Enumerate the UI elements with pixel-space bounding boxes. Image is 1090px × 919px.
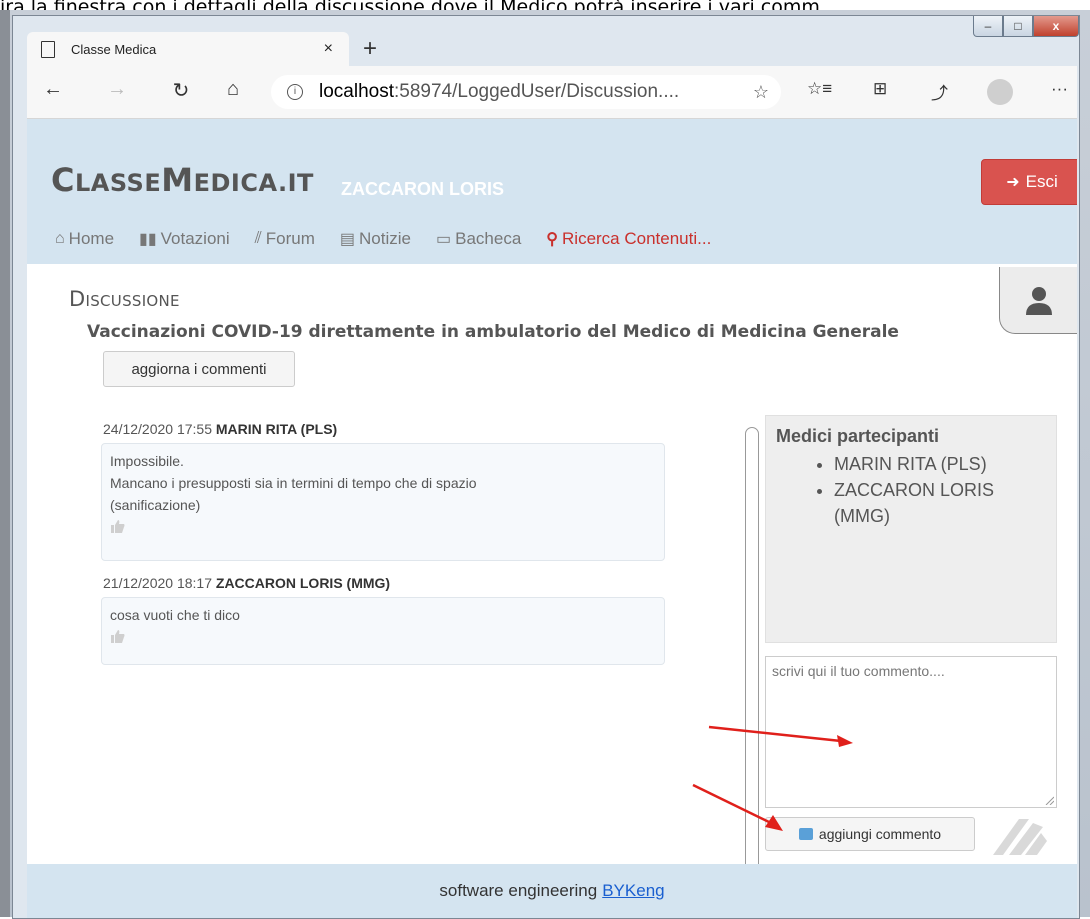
resize-grip-icon[interactable] <box>1044 795 1054 805</box>
tab-strip: Classe Medica × + <box>13 16 1079 66</box>
more-menu-icon[interactable]: ··· <box>1051 79 1068 99</box>
collections-icon[interactable]: ⊞ <box>873 79 887 99</box>
comment-meta: 21/12/2020 18:17 ZACCARON LORIS (MMG) <box>103 575 391 591</box>
comment-meta: 24/12/2020 17:55 MARIN RITA (PLS) <box>103 421 338 437</box>
tab-title: Classe Medica <box>71 41 157 57</box>
profile-avatar-icon[interactable] <box>987 79 1013 105</box>
participants-panel: Medici partecipanti MARIN RITA (PLS) ZAC… <box>765 415 1057 643</box>
address-bar[interactable]: i localhost:58974/LoggedUser/Discussion.… <box>271 75 781 109</box>
footer-text: software engineering <box>439 881 598 900</box>
browser-window: – □ x Classe Medica × + ← → ↻ ⌂ i localh… <box>12 15 1080 919</box>
nav-notizie[interactable]: ▤ Notizie <box>340 229 411 249</box>
info-icon[interactable]: i <box>287 84 303 100</box>
main-nav: ⌂ Home ▮▮ Votazioni ⫽ Forum ▤ Notizie ▭ Bache… <box>55 229 736 249</box>
favorite-star-icon[interactable]: ☆ <box>753 82 769 103</box>
like-icon[interactable] <box>110 519 126 533</box>
logout-icon: ➜ <box>1006 174 1020 191</box>
share-icon[interactable]: ⤴ <box>931 79 948 104</box>
page-title: Discussione <box>69 287 180 311</box>
refresh-icon[interactable]: ↻ <box>167 78 195 103</box>
logout-button[interactable]: ➜ Esci <box>981 159 1077 205</box>
web-page: CLASSEMEDICA.IT ZACCARON LORIS ➜ Esci ⌂ H… <box>27 119 1077 918</box>
browser-tab[interactable]: Classe Medica × <box>27 32 349 66</box>
comment-line: Mancano i presupposti sia in termini di … <box>110 475 477 491</box>
site-footer: software engineering BYKeng <box>27 864 1077 918</box>
favorites-icon[interactable]: ☆≡ <box>807 79 832 99</box>
url-path: :58974/LoggedUser/Discussion.... <box>394 81 680 102</box>
participant-item: ZACCARON LORIS(MMG) <box>834 477 1046 529</box>
nav-forum[interactable]: ⫽ Forum <box>255 229 315 249</box>
forum-stripes-icon <box>993 819 1047 855</box>
user-profile-button[interactable] <box>999 267 1077 334</box>
votes-icon: ▮▮ <box>139 231 157 248</box>
participants-title: Medici partecipanti <box>776 426 940 446</box>
like-icon[interactable] <box>110 629 126 643</box>
logout-label: Esci <box>1025 172 1058 191</box>
back-arrow-icon[interactable]: ← <box>39 78 67 101</box>
tab-close-icon[interactable]: × <box>324 40 333 58</box>
desktop-edge <box>0 10 10 917</box>
participants-list: MARIN RITA (PLS) ZACCARON LORIS(MMG) <box>776 451 1046 529</box>
comment-line: (sanificazione) <box>110 497 201 513</box>
page-icon <box>41 40 55 58</box>
comment-add-icon <box>798 828 813 840</box>
refresh-comments-button[interactable]: aggiorna i commenti <box>103 351 295 387</box>
nav-home[interactable]: ⌂ Home <box>55 229 114 249</box>
comment-line: Impossibile. <box>110 453 184 469</box>
board-icon: ▭ <box>436 231 452 248</box>
comment-placeholder: scrivi qui il tuo commento.... <box>772 663 945 679</box>
logged-user-name: ZACCARON LORIS <box>341 179 504 199</box>
add-comment-label: aggiungi commento <box>818 826 942 842</box>
forum-icon: ⫽ <box>254 230 262 247</box>
url-host: localhost <box>319 81 394 102</box>
site-logo[interactable]: CLASSEMEDICA.IT <box>51 161 314 199</box>
footer-link[interactable]: BYKeng <box>602 881 664 901</box>
nav-bacheca[interactable]: ▭ Bacheca <box>436 229 521 249</box>
comment-card: Impossibile. Mancano i presupposti sia i… <box>101 443 665 561</box>
nav-votazioni[interactable]: ▮▮ Votazioni <box>139 229 230 249</box>
search-icon: ⚲ <box>546 231 559 248</box>
forward-arrow-icon[interactable]: → <box>103 78 131 101</box>
annotation-arrow-icon <box>692 783 783 831</box>
new-tab-button[interactable]: + <box>355 34 385 64</box>
home-icon[interactable]: ⌂ <box>219 78 247 101</box>
annotation-arrow-icon <box>708 725 853 747</box>
site-header: CLASSEMEDICA.IT ZACCARON LORIS ➜ Esci ⌂ H… <box>27 119 1077 264</box>
comment-card: cosa vuoti che ti dico <box>101 597 665 665</box>
navigation-bar: ← → ↻ ⌂ i localhost:58974/LoggedUser/Dis… <box>27 66 1077 119</box>
news-icon: ▤ <box>339 231 356 248</box>
user-icon <box>1026 287 1052 315</box>
comment-line: cosa vuoti che ti dico <box>110 607 240 623</box>
home-icon: ⌂ <box>55 230 65 247</box>
discussion-subject: Vaccinazioni COVID-19 direttamente in am… <box>87 322 899 342</box>
participant-item: MARIN RITA (PLS) <box>834 451 1046 477</box>
nav-ricerca[interactable]: ⚲ Ricerca Contenuti... <box>546 229 711 249</box>
